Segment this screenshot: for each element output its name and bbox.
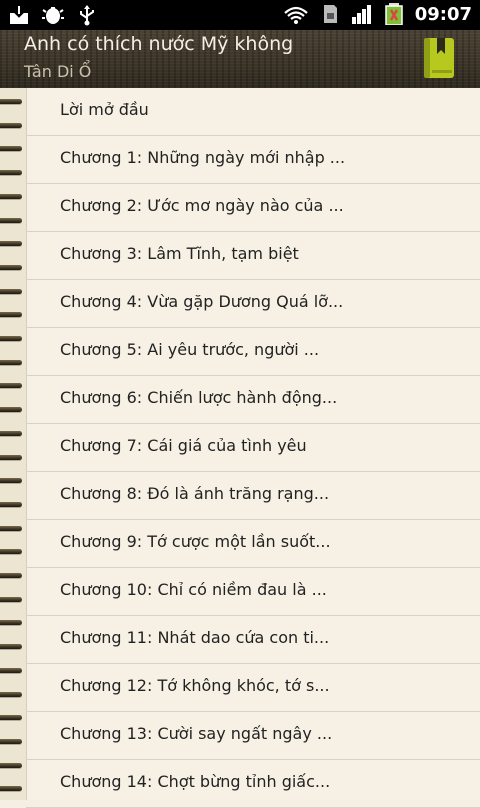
binding-ring xyxy=(0,573,22,578)
sd-card-icon xyxy=(323,5,337,23)
binding-ring xyxy=(0,691,22,697)
binding-ring xyxy=(0,170,22,176)
chapter-label: Chương 6: Chiến lược hành động... xyxy=(60,388,338,407)
binding-ring xyxy=(0,762,22,768)
chapter-row[interactable]: Chương 4: Vừa gặp Dương Quá lỡ... xyxy=(26,280,480,328)
chapter-label: Chương 7: Cái giá của tình yêu xyxy=(60,436,307,455)
chapter-label: Chương 14: Chợt bừng tỉnh giấc... xyxy=(60,772,331,791)
binding-ring xyxy=(0,430,22,436)
binding-ring xyxy=(0,738,22,744)
wifi-icon xyxy=(283,6,308,24)
chapter-label: Lời mở đầu xyxy=(60,100,149,119)
chapter-row[interactable]: Chương 10: Chỉ có niềm đau là ... xyxy=(26,568,480,616)
binding-ring xyxy=(0,99,22,104)
battery-charging-icon xyxy=(384,3,403,25)
chapter-label: Chương 4: Vừa gặp Dương Quá lỡ... xyxy=(60,292,344,311)
binding-ring xyxy=(0,667,22,673)
chapter-label: Chương 1: Những ngày mới nhập ... xyxy=(60,148,346,167)
chapter-label: Chương 9: Tớ cược một lần suốt... xyxy=(60,532,331,551)
chapter-row[interactable]: Chương 3: Lâm Tĩnh, tạm biệt xyxy=(26,232,480,280)
android-debug-icon xyxy=(42,7,64,24)
clock: 09:07 xyxy=(414,3,472,25)
binding-ring xyxy=(0,644,22,650)
chapter-label: Chương 3: Lâm Tĩnh, tạm biệt xyxy=(60,244,299,263)
binding-ring xyxy=(0,193,22,199)
binding-ring xyxy=(0,383,22,389)
chapter-row[interactable]: Chương 8: Đó là ánh trăng rạng... xyxy=(26,472,480,520)
bookmark-book-icon[interactable] xyxy=(420,36,460,80)
chapter-row[interactable]: Chương 12: Tớ không khóc, tớ s... xyxy=(26,664,480,712)
chapter-row[interactable]: Chương 7: Cái giá của tình yêu xyxy=(26,424,480,472)
chapter-row[interactable]: Lời mở đầu xyxy=(26,88,480,136)
chapter-label: Chương 11: Nhát dao cứa con ti... xyxy=(60,628,330,647)
usb-icon xyxy=(80,5,94,26)
chapter-row[interactable]: Chương 6: Chiến lược hành động... xyxy=(26,376,480,424)
binding-ring xyxy=(0,407,22,413)
status-bar: 09:07 xyxy=(0,0,480,30)
binding-ring xyxy=(0,241,22,247)
chapter-row[interactable]: Chương 5: Ai yêu trước, người ... xyxy=(26,328,480,376)
chapter-label: Chương 13: Cười say ngất ngây ... xyxy=(60,724,333,743)
spiral-binding xyxy=(0,88,27,800)
chapter-label: Chương 10: Chỉ có niềm đau là ... xyxy=(60,580,327,599)
chapter-row[interactable]: Chương 2: Ước mơ ngày nào của ... xyxy=(26,184,480,232)
book-title: Anh có thích nước Mỹ không xyxy=(24,33,294,55)
chapter-row[interactable]: Chương 13: Cười say ngất ngây ... xyxy=(26,712,480,760)
chapter-row[interactable]: Chương 9: Tớ cược một lần suốt... xyxy=(26,520,480,568)
binding-ring xyxy=(0,359,22,365)
chapter-label: Chương 12: Tớ không khóc, tớ s... xyxy=(60,676,330,695)
binding-ring xyxy=(0,217,22,223)
binding-ring xyxy=(0,525,22,531)
binding-ring xyxy=(0,122,22,128)
binding-ring xyxy=(0,288,22,294)
chapter-row[interactable]: Chương 1: Những ngày mới nhập ... xyxy=(26,136,480,184)
binding-ring xyxy=(0,549,22,555)
binding-ring xyxy=(0,312,22,318)
book-author: Tân Di Ổ xyxy=(24,62,92,81)
chapter-label: Chương 5: Ai yêu trước, người ... xyxy=(60,340,320,359)
binding-ring xyxy=(0,501,22,507)
book-header: Anh có thích nước Mỹ không Tân Di Ổ xyxy=(0,30,480,89)
binding-ring xyxy=(0,620,22,626)
chapter-row[interactable]: Chương 14: Chợt bừng tỉnh giấc... xyxy=(26,760,480,808)
binding-ring xyxy=(0,264,22,270)
binding-ring xyxy=(0,478,22,484)
binding-ring xyxy=(0,454,22,460)
binding-ring xyxy=(0,146,22,152)
chapter-label: Chương 2: Ước mơ ngày nào của ... xyxy=(60,196,344,215)
binding-ring xyxy=(0,336,22,341)
chapter-row[interactable]: Chương 11: Nhát dao cứa con ti... xyxy=(26,616,480,664)
chapter-list[interactable]: Lời mở đầu Chương 1: Những ngày mới nhập … xyxy=(26,88,480,808)
binding-ring xyxy=(0,715,22,721)
download-icon xyxy=(10,6,28,24)
chapter-label: Chương 8: Đó là ánh trăng rạng... xyxy=(60,484,330,503)
signal-icon xyxy=(351,5,371,24)
binding-ring xyxy=(0,596,22,602)
binding-ring xyxy=(0,786,22,792)
